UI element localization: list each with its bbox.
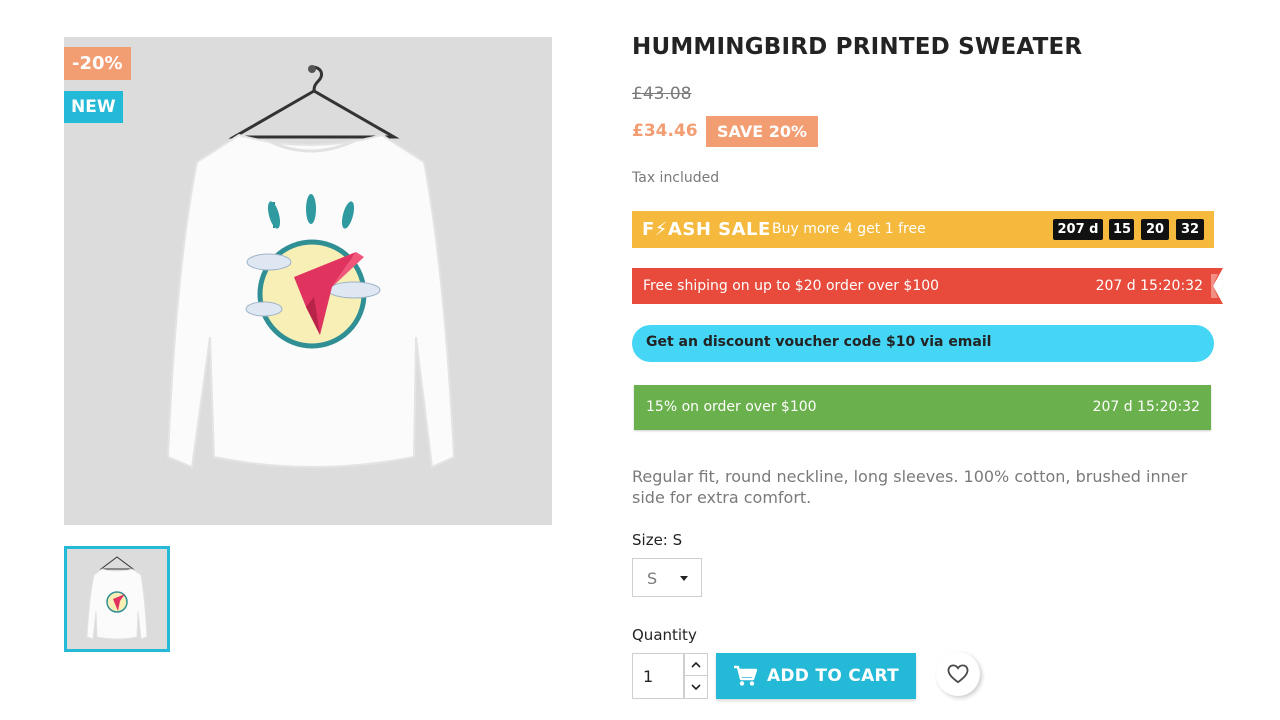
product-description: Regular fit, round neckline, long sleeve… <box>632 467 1188 507</box>
voucher-text: Get an discount voucher code $10 via ema… <box>646 334 992 350</box>
flash-sale-banner: F⚡ASH SALE Buy more 4 get 1 free 207 d 1… <box>632 211 1214 248</box>
shipping-timer: 207 d 15:20:32 <box>1095 278 1203 294</box>
promo-banner: 15% on order over $100 207 d 15:20:32 <box>634 385 1211 430</box>
new-flag: NEW <box>64 91 123 123</box>
promo-text: 15% on order over $100 <box>646 399 817 415</box>
free-shipping-banner: Free shiping on up to $20 order over $10… <box>632 268 1205 304</box>
countdown-minutes: 20 <box>1141 219 1169 240</box>
heart-icon <box>947 664 969 684</box>
voucher-banner[interactable]: Get an discount voucher code $10 via ema… <box>632 325 1214 362</box>
flash-sale-subtitle: Buy more 4 get 1 free <box>772 221 926 237</box>
size-selected-value: S <box>647 569 658 588</box>
quantity-label: Quantity <box>632 626 697 644</box>
quantity-value: 1 <box>643 667 654 686</box>
sweater-illustration <box>166 65 456 469</box>
product-cover-image[interactable] <box>64 37 552 525</box>
countdown-days: 207 d <box>1053 219 1103 240</box>
shopping-cart-icon <box>733 665 757 686</box>
promo-timer: 207 d 15:20:32 <box>1092 399 1200 415</box>
product-thumbnail[interactable] <box>64 546 170 652</box>
wishlist-button[interactable] <box>936 652 980 696</box>
flash-sale-title: F⚡ASH SALE <box>642 219 771 240</box>
chevron-up-icon <box>691 661 701 668</box>
regular-price: £43.08 <box>632 84 692 104</box>
add-to-cart-label: ADD TO CART <box>766 666 900 686</box>
quantity-increment-button[interactable] <box>684 653 708 676</box>
ribbon-tail-icon <box>1205 268 1223 304</box>
caret-down-icon <box>680 576 688 581</box>
product-title: HUMMINGBIRD PRINTED SWEATER <box>632 34 1083 60</box>
countdown-seconds: 32 <box>1176 219 1204 240</box>
size-select[interactable]: S <box>632 558 702 597</box>
quantity-input[interactable]: 1 <box>632 653 684 699</box>
current-price: £34.46 <box>632 121 698 141</box>
save-badge: SAVE 20% <box>706 116 818 147</box>
quantity-decrement-button[interactable] <box>684 676 708 699</box>
chevron-down-icon <box>691 683 701 690</box>
add-to-cart-button[interactable]: ADD TO CART <box>716 653 916 699</box>
shipping-text: Free shiping on up to $20 order over $10… <box>643 278 940 294</box>
discount-flag: -20% <box>64 47 131 80</box>
countdown-hours: 15 <box>1109 219 1134 240</box>
size-label: Size: S <box>632 531 683 549</box>
tax-note: Tax included <box>632 170 720 186</box>
sweater-thumbnail-image <box>86 556 148 640</box>
